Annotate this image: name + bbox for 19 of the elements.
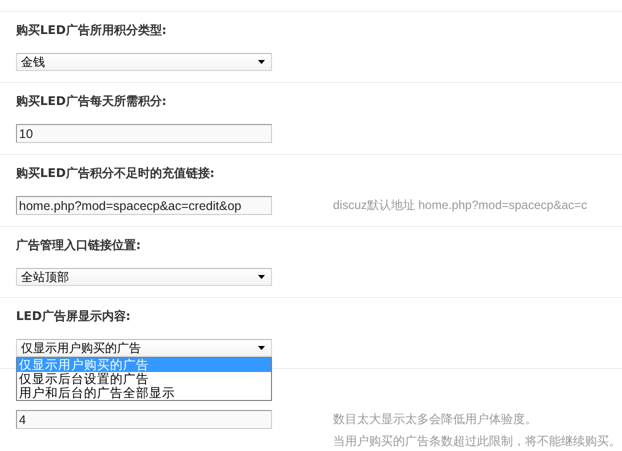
dropdown[interactable]: 仅显示用户购买的广告 [16, 339, 272, 357]
dropdown[interactable]: 金钱 [16, 53, 272, 71]
input-field[interactable]: home.php?mod=spacecp&ac=credit&op [16, 196, 272, 215]
field-label: 购买LED广告每天所需积分: [16, 93, 168, 109]
caret-icon [258, 60, 265, 64]
input-field[interactable]: 10 [16, 124, 272, 143]
dropdown-option[interactable]: 仅显示后台设置的广告 [17, 372, 271, 386]
field-label: 广告管理入口链接位置: [16, 237, 142, 253]
caret-icon [258, 346, 265, 350]
hint-text: 当用户购买的广告条数超过此限制，将不能继续购买。 [333, 433, 621, 450]
field-label: LED广告屏显示内容: [16, 308, 132, 324]
hint-text: 数目太大显示太多会降低用户体验度。 [333, 411, 538, 428]
dropdown[interactable]: 全站顶部 [16, 268, 272, 286]
field-label: 购买LED广告积分不足时的充值链接: [16, 165, 216, 181]
input-field[interactable]: 4 [16, 410, 272, 429]
field-label: 购买LED广告所用积分类型: [16, 22, 168, 38]
dropdown-option[interactable]: 用户和后台的广告全部显示 [17, 386, 271, 400]
caret-icon [258, 275, 265, 279]
hint-text: discuz默认地址 home.php?mod=spacecp&ac=c [333, 197, 588, 214]
